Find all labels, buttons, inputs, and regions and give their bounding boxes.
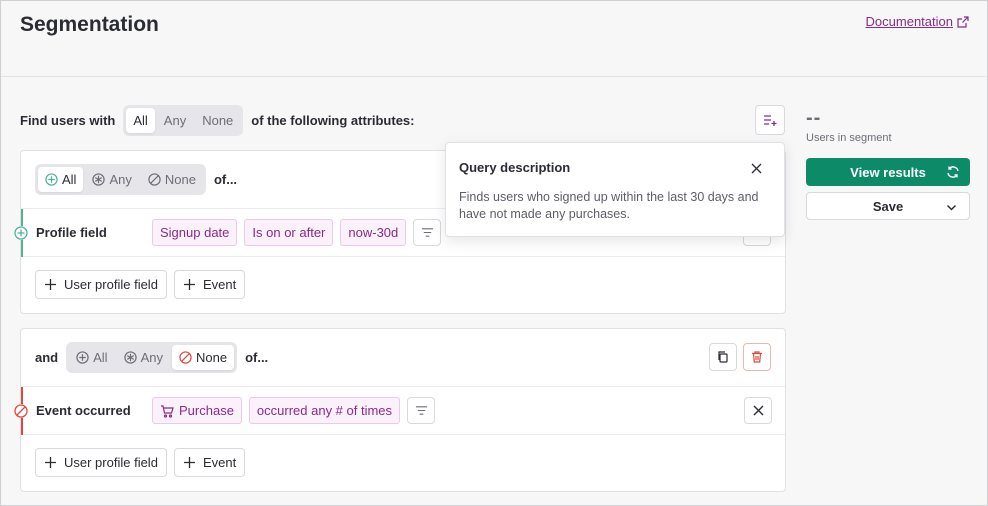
save-button[interactable]: Save bbox=[806, 192, 970, 220]
chip-frequency[interactable]: occurred any # of times bbox=[248, 397, 401, 424]
save-label: Save bbox=[872, 198, 904, 214]
plus-icon bbox=[45, 456, 56, 468]
add-user-profile-field-label: User profile field bbox=[64, 454, 158, 470]
external-link-icon bbox=[957, 15, 969, 28]
popover-title: Query description bbox=[459, 160, 571, 175]
root-match-selector: All Any None bbox=[123, 104, 244, 136]
group-1-suffix: of... bbox=[213, 172, 238, 187]
chip-event-label: Purchase bbox=[179, 403, 234, 418]
chevron-down-icon bbox=[947, 205, 956, 211]
page-title: Segmentation bbox=[20, 13, 159, 36]
filter-icon bbox=[421, 228, 433, 237]
group-1-option-any-label: Any bbox=[109, 172, 132, 187]
add-event-label: Event bbox=[202, 276, 237, 292]
close-icon[interactable] bbox=[751, 163, 762, 174]
group-1-option-all[interactable]: All bbox=[38, 167, 84, 192]
group-1-option-none[interactable]: None bbox=[141, 167, 203, 192]
add-group-button[interactable] bbox=[755, 105, 785, 135]
trash-icon bbox=[752, 351, 762, 363]
group-2-prefix: and bbox=[35, 350, 59, 365]
refresh-icon[interactable] bbox=[946, 165, 960, 179]
root-option-none[interactable]: None bbox=[195, 108, 240, 133]
popover-text: Finds users who signed up within the las… bbox=[459, 190, 759, 221]
find-users-row: Find users with All Any None of the foll… bbox=[20, 104, 415, 136]
group-1-option-none-label: None bbox=[164, 172, 196, 187]
root-option-any[interactable]: Any bbox=[157, 108, 193, 133]
page-header: Segmentation Documentation bbox=[1, 1, 987, 77]
asterisk-circle-icon bbox=[92, 173, 106, 186]
chip-operator[interactable]: Is on or after bbox=[244, 219, 334, 246]
plus-circle-icon bbox=[14, 226, 28, 240]
chip-value[interactable]: now-30d bbox=[340, 219, 407, 246]
condition-label: Profile field bbox=[36, 225, 107, 240]
duplicate-group-button[interactable] bbox=[709, 343, 737, 371]
block-circle-icon bbox=[148, 173, 161, 186]
group-2-option-all-label: All bbox=[93, 350, 108, 365]
plus-icon bbox=[183, 278, 195, 290]
condition-group-2: and All Any None of... Event occurred Pu… bbox=[14, 328, 786, 492]
group-2-header: and All Any None of... bbox=[21, 329, 785, 387]
group-1-match-selector: All Any None bbox=[35, 164, 206, 195]
block-circle-icon bbox=[179, 351, 192, 364]
condition-label: Event occurred bbox=[36, 403, 131, 418]
add-event-button[interactable]: Event bbox=[173, 447, 246, 477]
delete-group-button[interactable] bbox=[743, 343, 771, 371]
view-results-label: View results bbox=[850, 164, 926, 180]
filter-button[interactable] bbox=[413, 219, 442, 246]
documentation-link[interactable]: Documentation bbox=[866, 14, 969, 29]
group-2-option-any[interactable]: Any bbox=[117, 345, 170, 370]
filter-icon bbox=[415, 406, 427, 415]
add-event-label: Event bbox=[202, 454, 237, 470]
add-user-profile-field-label: User profile field bbox=[64, 276, 158, 292]
list-add-icon bbox=[764, 115, 777, 126]
filter-button[interactable] bbox=[407, 397, 436, 424]
chip-event[interactable]: Purchase bbox=[152, 397, 242, 424]
root-option-all[interactable]: All bbox=[126, 107, 155, 133]
group-2-option-any-label: Any bbox=[140, 350, 163, 365]
plus-icon bbox=[183, 456, 195, 468]
view-results-button[interactable]: View results bbox=[806, 158, 970, 186]
plus-circle-icon bbox=[45, 173, 58, 186]
remove-condition-button[interactable] bbox=[744, 397, 772, 424]
group-2-option-all[interactable]: All bbox=[69, 345, 114, 370]
group-2-suffix: of... bbox=[245, 350, 269, 365]
add-user-profile-field-button[interactable]: User profile field bbox=[35, 269, 167, 299]
copy-icon bbox=[718, 351, 728, 363]
add-event-button[interactable]: Event bbox=[173, 269, 246, 299]
chip-field[interactable]: Signup date bbox=[152, 219, 238, 246]
block-circle-icon bbox=[14, 404, 28, 418]
find-users-prefix: Find users with bbox=[20, 112, 116, 128]
asterisk-circle-icon bbox=[123, 351, 137, 364]
group-2-add-row: User profile field Event bbox=[21, 435, 785, 489]
condition-row-event-occurred: Event occurred Purchase occurred any # o… bbox=[14, 387, 785, 435]
group-2-match-selector: All Any None bbox=[66, 342, 238, 373]
group-2-option-none[interactable]: None bbox=[171, 345, 235, 370]
group-2-option-none-label: None bbox=[195, 350, 228, 365]
cart-icon bbox=[161, 404, 174, 418]
group-1-add-row: User profile field Event bbox=[21, 257, 785, 311]
group-1-option-all-label: All bbox=[62, 172, 77, 187]
plus-icon bbox=[45, 278, 56, 290]
users-count: -- bbox=[806, 107, 822, 129]
close-icon bbox=[753, 405, 763, 416]
query-description-popover: Query description Finds users who signed… bbox=[445, 142, 785, 237]
users-count-label: Users in segment bbox=[806, 132, 892, 144]
group-1-option-any[interactable]: Any bbox=[85, 167, 138, 192]
plus-circle-icon bbox=[76, 351, 89, 364]
add-user-profile-field-button[interactable]: User profile field bbox=[35, 447, 167, 477]
find-users-suffix: of the following attributes: bbox=[251, 112, 415, 128]
documentation-link-label: Documentation bbox=[865, 14, 953, 29]
